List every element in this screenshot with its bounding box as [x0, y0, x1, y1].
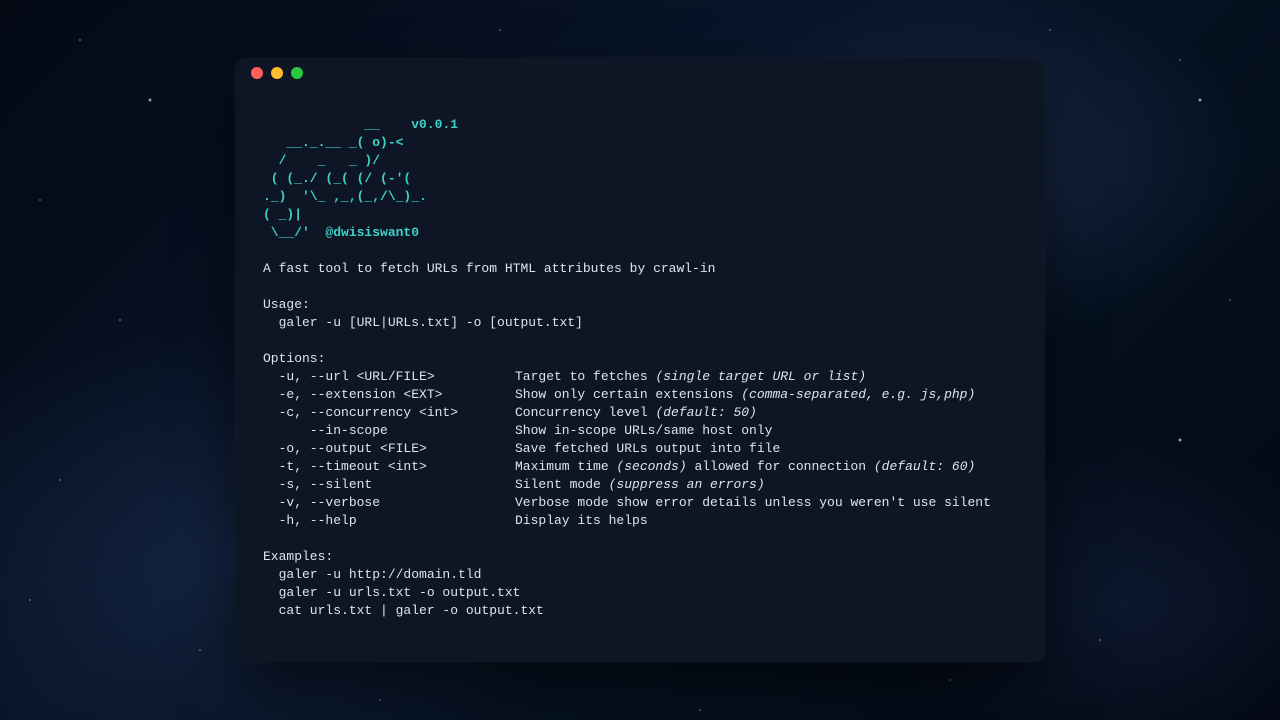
example-line: cat urls.txt | galer -o output.txt: [263, 603, 544, 618]
option-desc: Maximum time: [515, 459, 616, 474]
option-row: -e, --extension <EXT>Show only certain e…: [263, 387, 975, 402]
option-desc: Display its helps: [515, 513, 648, 528]
option-flag: -t, --timeout <int>: [263, 458, 515, 476]
ascii-line: ( _)|: [263, 207, 318, 222]
close-icon[interactable]: [251, 67, 263, 79]
option-desc: allowed for connection: [687, 459, 874, 474]
ascii-line: ( (_./ (_( (/ (-'(: [263, 171, 411, 186]
minimize-icon[interactable]: [271, 67, 283, 79]
version-label: v0.0.1: [411, 117, 458, 132]
option-desc: Verbose mode show error details unless y…: [515, 495, 991, 510]
ascii-line: \__/': [263, 225, 325, 240]
option-note: (single target URL or list): [655, 369, 866, 384]
option-row: -s, --silentSilent mode (suppress an err…: [263, 477, 765, 492]
window-titlebar: [235, 58, 1045, 88]
option-row: -u, --url <URL/FILE>Target to fetches (s…: [263, 369, 866, 384]
ascii-banner: __ v0.0.1 __._.__ _( o)-< / _ _ )/ ( (_.…: [263, 117, 458, 240]
option-desc: Silent mode: [515, 477, 609, 492]
usage-header: Usage:: [263, 297, 310, 312]
option-desc: Concurrency level: [515, 405, 655, 420]
option-note: (default: 50): [655, 405, 756, 420]
option-desc: Show only certain extensions: [515, 387, 741, 402]
example-line: galer -u urls.txt -o output.txt: [263, 585, 520, 600]
option-row: -c, --concurrency <int>Concurrency level…: [263, 405, 757, 420]
option-desc: Show in-scope URLs/same host only: [515, 423, 772, 438]
option-flag: -u, --url <URL/FILE>: [263, 368, 515, 386]
ascii-line: / _ _ )/: [263, 153, 411, 168]
option-note: (default: 60): [874, 459, 975, 474]
examples-header: Examples:: [263, 549, 333, 564]
author-handle: @dwisiswant0: [325, 225, 419, 240]
usage-line: galer -u [URL|URLs.txt] -o [output.txt]: [263, 315, 583, 330]
ascii-line: ._) '\_ ,_,(_,/\_)_.: [263, 189, 427, 204]
option-desc: Save fetched URLs output into file: [515, 441, 780, 456]
option-row: -v, --verboseVerbose mode show error det…: [263, 495, 991, 510]
option-note: (comma-separated, e.g. js,php): [741, 387, 975, 402]
option-flag: -c, --concurrency <int>: [263, 404, 515, 422]
option-flag: -h, --help: [263, 512, 515, 530]
example-line: galer -u http://domain.tld: [263, 567, 481, 582]
option-desc: Target to fetches: [515, 369, 655, 384]
option-flag: -s, --silent: [263, 476, 515, 494]
options-header: Options:: [263, 351, 325, 366]
option-row: --in-scopeShow in-scope URLs/same host o…: [263, 423, 772, 438]
ascii-line: __._.__ _( o)-<: [263, 135, 411, 150]
zoom-icon[interactable]: [291, 67, 303, 79]
option-row: -h, --helpDisplay its helps: [263, 513, 648, 528]
option-flag: -e, --extension <EXT>: [263, 386, 515, 404]
description-text: A fast tool to fetch URLs from HTML attr…: [263, 261, 715, 276]
option-note: (seconds): [616, 459, 686, 474]
option-flag: -v, --verbose: [263, 494, 515, 512]
terminal-output: __ v0.0.1 __._.__ _( o)-< / _ _ )/ ( (_.…: [235, 88, 1045, 644]
option-note: (suppress an errors): [609, 477, 765, 492]
ascii-line: __: [263, 117, 411, 132]
option-row: -t, --timeout <int>Maximum time (seconds…: [263, 459, 975, 474]
option-flag: --in-scope: [263, 422, 515, 440]
terminal-window: __ v0.0.1 __._.__ _( o)-< / _ _ )/ ( (_.…: [235, 58, 1045, 662]
option-row: -o, --output <FILE>Save fetched URLs out…: [263, 441, 780, 456]
option-flag: -o, --output <FILE>: [263, 440, 515, 458]
